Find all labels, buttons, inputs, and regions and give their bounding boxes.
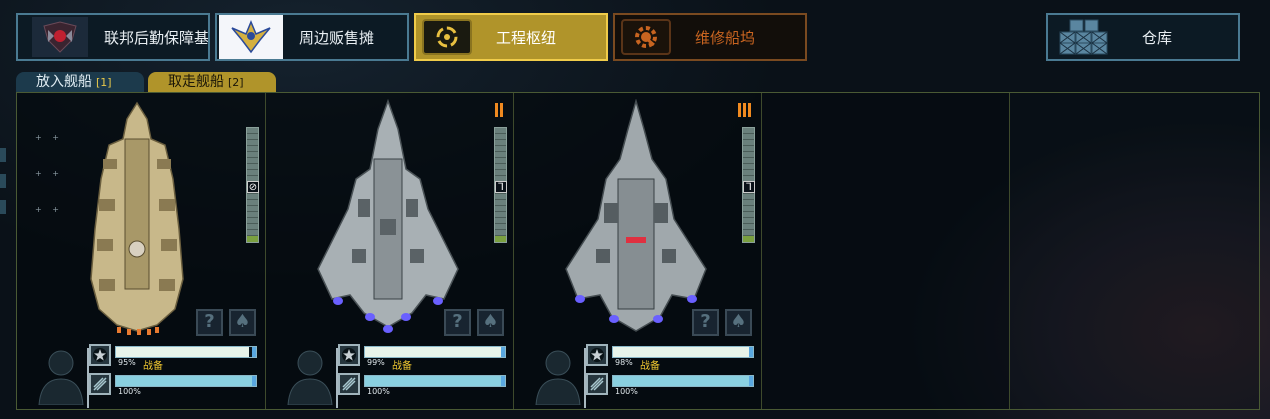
status-label: 战备 bbox=[143, 361, 163, 372]
hull-percent: 98% bbox=[615, 358, 633, 367]
hull-bar bbox=[115, 346, 257, 358]
hull-stat: 98% 战备 bbox=[586, 344, 756, 372]
tab-label: 工程枢纽 bbox=[496, 28, 557, 47]
tab-store-ship[interactable]: 放入舰船 [1] bbox=[16, 72, 144, 92]
shield-bar bbox=[364, 375, 506, 387]
deco-ticks: + + bbox=[35, 133, 63, 142]
spade-icon[interactable]: ♠ bbox=[229, 309, 256, 336]
spade-icon[interactable]: ♠ bbox=[725, 309, 752, 336]
gauge-mark: ⅂ bbox=[495, 181, 507, 193]
tab-repair-dock[interactable]: 维修船坞 bbox=[613, 13, 807, 61]
pilot-silhouette-icon bbox=[535, 350, 581, 405]
shield-stat: 100% bbox=[338, 373, 508, 399]
repair-gear-icon bbox=[621, 19, 671, 55]
star-badge-icon bbox=[89, 344, 111, 366]
deco-ticks: + + bbox=[35, 169, 63, 178]
tab-federal-logistics-base[interactable]: 联邦后勤保障基地 bbox=[16, 13, 210, 61]
unknown-icon[interactable]: ? bbox=[444, 309, 471, 336]
tab-nearby-shop[interactable]: 周边贩售摊 bbox=[215, 13, 409, 61]
tab-label: 放入舰船 bbox=[36, 74, 92, 90]
tab-label: 取走舰船 bbox=[168, 74, 224, 90]
tab-count: [1] bbox=[96, 76, 112, 89]
shield-percent: 100% bbox=[615, 387, 638, 396]
status-label: 战备 bbox=[640, 361, 660, 372]
tab-retrieve-ship[interactable]: 取走舰船 [2] bbox=[148, 72, 276, 92]
status-label: 战备 bbox=[392, 361, 412, 372]
ship-slot[interactable]: ⅂ ? ♠ 99% 战备 100% bbox=[266, 93, 514, 409]
crates-icon bbox=[1056, 19, 1112, 55]
shop-emblem-icon bbox=[219, 15, 283, 59]
ship-sprite bbox=[90, 101, 184, 335]
ship-slot[interactable]: + + + + + + ⊘ ? ♠ 95% 战备 100% bbox=[17, 93, 266, 409]
unknown-icon[interactable]: ? bbox=[692, 309, 719, 336]
pilot-silhouette-icon bbox=[38, 350, 84, 405]
shield-icon bbox=[338, 373, 360, 395]
warehouse-label: 仓库 bbox=[1142, 28, 1173, 47]
side-handle bbox=[0, 174, 6, 188]
tab-label: 维修船坞 bbox=[695, 28, 756, 47]
tab-label: 联邦后勤保障基地 bbox=[104, 28, 210, 47]
federal-emblem-icon bbox=[32, 17, 88, 57]
hull-bar bbox=[612, 346, 754, 358]
ship-sprite bbox=[565, 99, 707, 332]
side-handle bbox=[0, 200, 6, 214]
unknown-icon[interactable]: ? bbox=[196, 309, 223, 336]
empty-ship-slot[interactable] bbox=[762, 93, 1010, 409]
hull-percent: 95% bbox=[118, 358, 136, 367]
tab-engineering-hub[interactable]: 工程枢纽 bbox=[414, 13, 608, 61]
star-badge-icon bbox=[586, 344, 608, 366]
shield-stat: 100% bbox=[89, 373, 259, 399]
gauge-mark: ⅂ bbox=[743, 181, 755, 193]
engineering-gear-icon bbox=[422, 19, 472, 55]
shield-stat: 100% bbox=[586, 373, 756, 399]
spade-icon[interactable]: ♠ bbox=[477, 309, 504, 336]
gauge-mark: ⊘ bbox=[247, 181, 259, 193]
shield-icon bbox=[89, 373, 111, 395]
shield-percent: 100% bbox=[118, 387, 141, 396]
ship-sprite bbox=[317, 99, 459, 333]
shield-icon bbox=[586, 373, 608, 395]
warehouse-button[interactable]: 仓库 bbox=[1046, 13, 1240, 61]
shield-percent: 100% bbox=[367, 387, 390, 396]
tab-count: [2] bbox=[228, 76, 244, 89]
hull-stat: 99% 战备 bbox=[338, 344, 508, 372]
deco-ticks: + + bbox=[35, 205, 63, 214]
pilot-silhouette-icon bbox=[287, 350, 333, 405]
ship-grid: + + + + + + ⊘ ? ♠ 95% 战备 100% ⅂ ? ♠ 99% … bbox=[16, 92, 1260, 410]
hull-percent: 99% bbox=[367, 358, 385, 367]
rank-iii-icon bbox=[738, 103, 751, 117]
empty-ship-slot[interactable] bbox=[1010, 93, 1259, 409]
shield-bar bbox=[115, 375, 257, 387]
side-handle bbox=[0, 148, 6, 162]
tab-label: 周边贩售摊 bbox=[299, 28, 375, 47]
shield-bar bbox=[612, 375, 754, 387]
ship-slot[interactable]: ⅂ ? ♠ 98% 战备 100% bbox=[514, 93, 762, 409]
rank-ii-icon bbox=[495, 103, 503, 117]
star-badge-icon bbox=[338, 344, 360, 366]
hull-stat: 95% 战备 bbox=[89, 344, 259, 372]
hull-bar bbox=[364, 346, 506, 358]
